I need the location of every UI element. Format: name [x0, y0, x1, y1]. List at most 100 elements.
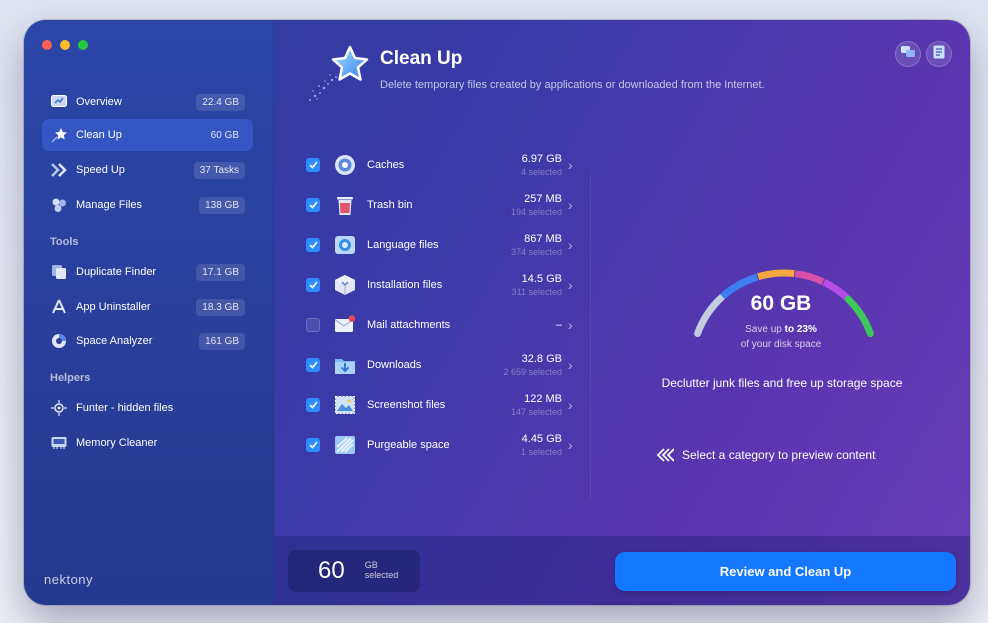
- selected-total-number: 60: [318, 557, 345, 584]
- helpers-heading: Helpers: [50, 372, 91, 384]
- tools-heading: Tools: [50, 236, 79, 248]
- gauge-value: 60 GB: [750, 292, 812, 315]
- sidebar: Overview 22.4 GB Clean Up 60 GB Speed Up…: [24, 20, 274, 605]
- gauge-disk-text: of your disk space: [740, 339, 822, 350]
- guide-button[interactable]: [926, 41, 952, 67]
- screenshot-files-checkbox[interactable]: [306, 398, 320, 412]
- purgeable-space-checkbox[interactable]: [306, 438, 320, 452]
- footer-bar: 60 GB selected Review and Clean Up: [274, 536, 970, 605]
- chevron-right-icon[interactable]: ›: [568, 397, 584, 413]
- category-size: 14.5 GB: [521, 273, 562, 285]
- preview-hint: Select a category to preview content: [656, 448, 875, 462]
- selected-total-label: selected: [364, 570, 399, 580]
- category-label: Trash bin: [367, 199, 413, 211]
- chevron-right-icon[interactable]: ›: [568, 197, 584, 213]
- funter-icon: [50, 399, 68, 417]
- zoom-window-button[interactable]: [78, 40, 88, 50]
- category-row-language-files[interactable]: Language files 867 MB 374 selected ›: [294, 225, 584, 265]
- sidebar-item-badge: 22.4 GB: [196, 93, 245, 111]
- sidebar-item-overview[interactable]: Overview 22.4 GB: [42, 86, 253, 118]
- category-size: 122 MB: [524, 393, 562, 405]
- gauge-segment: [757, 269, 795, 281]
- sidebar-item-app-uninstaller[interactable]: App Uninstaller 18.3 GB: [42, 291, 253, 323]
- category-size: 32.8 GB: [521, 353, 562, 365]
- space-analyzer-icon: [50, 332, 68, 350]
- chevron-right-icon[interactable]: ›: [568, 237, 584, 253]
- downloads-checkbox[interactable]: [306, 358, 320, 372]
- language-files-checkbox[interactable]: [306, 238, 320, 252]
- sidebar-item-label: Space Analyzer: [76, 335, 153, 347]
- category-selected-count: 1 selected: [520, 447, 562, 457]
- sidebar-item-label: Funter - hidden files: [76, 402, 174, 414]
- page-subtitle: Delete temporary files created by applic…: [380, 79, 765, 91]
- category-size: –: [555, 319, 562, 331]
- sidebar-item-funter[interactable]: Funter - hidden files: [42, 392, 253, 424]
- chevron-right-icon[interactable]: ›: [568, 157, 584, 173]
- preview-hint-text: Select a category to preview content: [682, 448, 876, 462]
- category-row-purgeable-space[interactable]: Purgeable space 4.45 GB 1 selected ›: [294, 425, 584, 465]
- installation-files-icon: [333, 273, 357, 297]
- category-row-mail-attachments[interactable]: Mail attachments – ›: [294, 305, 584, 345]
- app-window: Overview 22.4 GB Clean Up 60 GB Speed Up…: [24, 20, 970, 605]
- gauge-save-percent: to 23%: [784, 324, 817, 335]
- category-label: Caches: [367, 159, 405, 171]
- sidebar-item-memory-cleaner[interactable]: Memory Cleaner: [42, 427, 253, 459]
- sidebar-item-duplicate-finder[interactable]: Duplicate Finder 17.1 GB: [42, 256, 253, 288]
- chevron-right-icon[interactable]: ›: [568, 277, 584, 293]
- speedup-icon: [50, 161, 68, 179]
- category-size: 6.97 GB: [521, 153, 562, 165]
- sidebar-item-label: Duplicate Finder: [76, 266, 157, 278]
- close-window-button[interactable]: [42, 40, 52, 50]
- gauge-save-text: Save up to 23%: [674, 324, 888, 335]
- installation-files-checkbox[interactable]: [306, 278, 320, 292]
- category-size: 867 MB: [524, 233, 562, 245]
- category-selected-count: 374 selected: [510, 247, 562, 257]
- overview-icon: [50, 93, 68, 111]
- category-row-caches[interactable]: Caches 6.97 GB 4 selected ›: [294, 145, 584, 185]
- mail-attachments-checkbox[interactable]: [306, 318, 320, 332]
- selected-total: 60 GB selected: [288, 550, 420, 592]
- language-files-icon: [333, 233, 357, 257]
- category-label: Purgeable space: [367, 439, 450, 451]
- cleanup-star-icon: [306, 44, 386, 104]
- category-row-trash-bin[interactable]: Trash bin 257 MB 194 selected ›: [294, 185, 584, 225]
- chat-support-button[interactable]: [895, 41, 921, 67]
- sidebar-item-badge: 138 GB: [199, 196, 245, 214]
- category-label: Installation files: [367, 279, 443, 291]
- double-chevron-left-icon: [656, 448, 674, 462]
- caches-checkbox[interactable]: [306, 158, 320, 172]
- category-row-screenshot-files[interactable]: Screenshot files 122 MB 147 selected ›: [294, 385, 584, 425]
- declutter-message: Declutter junk files and free up storage…: [661, 376, 903, 390]
- document-icon: [933, 45, 945, 64]
- category-selected-count: 311 selected: [511, 287, 562, 297]
- gauge-save-prefix: Save up: [745, 324, 785, 335]
- review-and-clean-up-button[interactable]: Review and Clean Up: [615, 552, 956, 591]
- sidebar-item-clean-up[interactable]: Clean Up 60 GB: [42, 119, 253, 151]
- trash-icon: [333, 193, 357, 217]
- sidebar-item-space-analyzer[interactable]: Space Analyzer 161 GB: [42, 325, 253, 357]
- category-selected-count: 194 selected: [510, 207, 562, 217]
- memory-cleaner-icon: [50, 434, 68, 452]
- category-row-installation-files[interactable]: Installation files 14.5 GB 311 selected ›: [294, 265, 584, 305]
- sidebar-item-label: Manage Files: [76, 199, 143, 211]
- sidebar-item-manage-files[interactable]: Manage Files 138 GB: [42, 189, 253, 221]
- sidebar-item-speed-up[interactable]: Speed Up 37 Tasks: [42, 154, 253, 186]
- sidebar-item-label: App Uninstaller: [76, 301, 151, 313]
- chevron-right-icon[interactable]: ›: [568, 357, 584, 373]
- trash-bin-checkbox[interactable]: [306, 198, 320, 212]
- sidebar-item-badge: 37 Tasks: [193, 161, 245, 179]
- panel-divider: [590, 170, 591, 500]
- sidebar-item-badge: 161 GB: [199, 332, 245, 350]
- category-selected-count: 4 selected: [520, 167, 562, 177]
- sidebar-item-label: Speed Up: [76, 164, 125, 176]
- page-title: Clean Up: [380, 48, 463, 69]
- category-row-downloads[interactable]: Downloads 32.8 GB 2 659 selected ›: [294, 345, 584, 385]
- chevron-right-icon[interactable]: ›: [568, 437, 584, 453]
- screenshot-icon: [333, 393, 357, 417]
- manage-files-icon: [50, 196, 68, 214]
- category-label: Screenshot files: [367, 399, 446, 411]
- sidebar-item-label: Memory Cleaner: [76, 437, 158, 449]
- chevron-right-icon[interactable]: ›: [568, 317, 584, 333]
- minimize-window-button[interactable]: [60, 40, 70, 50]
- duplicate-finder-icon: [50, 263, 68, 281]
